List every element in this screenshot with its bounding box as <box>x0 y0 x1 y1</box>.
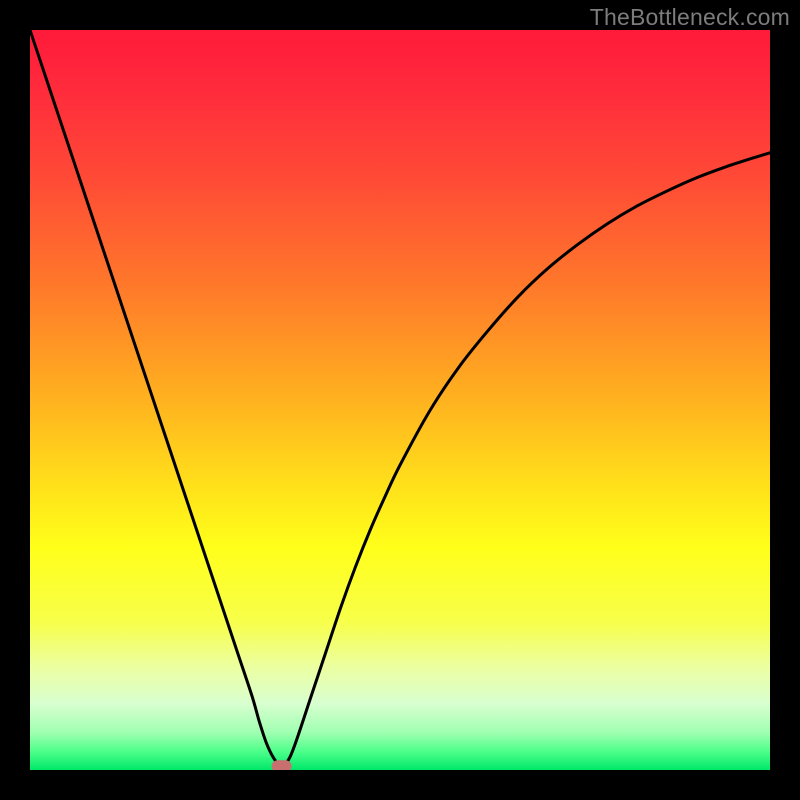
optimal-point-marker <box>272 760 292 770</box>
gradient-background <box>30 30 770 770</box>
chart-svg <box>30 30 770 770</box>
plot-area <box>30 30 770 770</box>
chart-container: TheBottleneck.com <box>0 0 800 800</box>
watermark-text: TheBottleneck.com <box>590 4 790 31</box>
